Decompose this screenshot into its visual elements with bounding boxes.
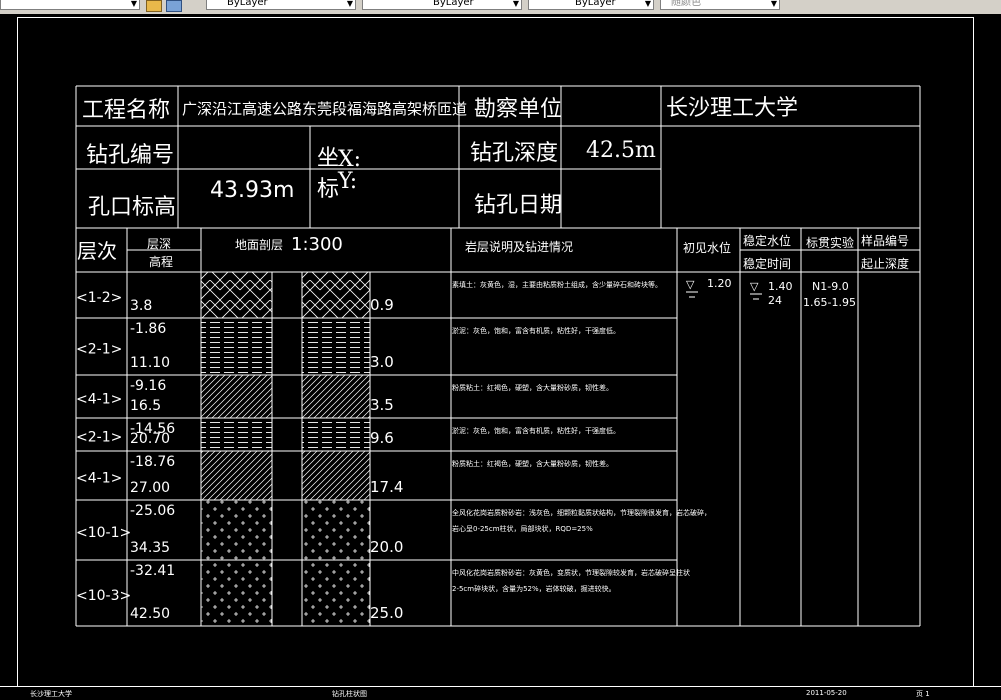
layer-elev: 34.35 (130, 540, 170, 556)
col-layer-depth: 层深 (147, 237, 171, 251)
soil-hatch-block (200, 559, 273, 627)
layer-elev: 3.8 (130, 298, 152, 314)
layer-no: <1-2> (76, 290, 122, 306)
layer-no: <10-3> (76, 588, 131, 604)
col-sample-depth: 起止深度 (861, 256, 909, 271)
col-profile: 地面剖层 (235, 238, 283, 252)
hole-depth: 42.5m (586, 138, 656, 163)
layer-description: 全风化花岗岩质粉砂岩：浅灰色，细颗粒黏质状结构，节理裂隙很发育，岩芯破碎， (452, 508, 711, 517)
project-name: 广深沿江高速公路东莞段福海路高架桥匝道 (182, 100, 467, 118)
spt-id: N1-9.0 (812, 280, 849, 293)
soil-hatch-block (301, 374, 371, 419)
stable-water-time: 24 (768, 294, 782, 307)
col-stable-time: 稳定时间 (743, 256, 791, 271)
soil-hatch-block (200, 450, 273, 501)
initial-water-triangle-icon: ▽ (686, 278, 695, 291)
hole-no-label: 钻孔编号 (86, 143, 174, 168)
col-layer-elev: 高程 (149, 254, 173, 269)
initial-water-level: 1.20 (707, 277, 732, 290)
coord-label-top: 坐 (317, 146, 339, 171)
stable-water-level: 1.40 (768, 280, 793, 293)
soil-hatch-block (301, 450, 371, 501)
layer-no: <2-1> (76, 430, 122, 446)
layer-elev: 42.50 (130, 606, 170, 622)
col-layer-no: 层次 (77, 239, 117, 263)
layer-depth: 0.9 (370, 296, 394, 314)
soil-hatch-block (301, 499, 371, 561)
layer-depth: 3.5 (370, 396, 394, 414)
layer-description: 2-5cm碎块状，含量为52%，岩体较破，掘进较快。 (452, 584, 616, 593)
layer-elev: 27.00 (130, 480, 170, 496)
col-spt: 标贯实验 (806, 235, 854, 250)
footer-date-text: 2011-05-20 (806, 689, 847, 697)
layer-description: 粉质粘土：红褐色，硬塑，含大量粉砂质，韧性差。 (452, 459, 613, 468)
soil-hatch-block (301, 271, 371, 319)
coord-y: Y: (337, 169, 357, 194)
soil-hatch-block (200, 417, 273, 452)
title-block-strip: 长沙理工大学 钻孔柱状图 2011-05-20 页 1 (0, 686, 1001, 700)
soil-profile-column (200, 271, 371, 627)
col-sample-no: 样品编号 (861, 233, 909, 248)
stable-water-triangle-icon: ▽ (750, 280, 759, 293)
soil-hatch-block (200, 271, 273, 319)
elevation-label: 孔口标高 (88, 195, 176, 220)
survey-unit-label: 勘察单位 (474, 97, 562, 122)
col-scale: 1:300 (291, 234, 343, 255)
soil-hatch-block (200, 317, 273, 376)
layer-no: <4-1> (76, 471, 122, 487)
layer-depth: 25.0 (370, 604, 403, 622)
col-initial-water: 初见水位 (683, 240, 731, 255)
layer-description: 中风化花岗岩质粉砂岩：灰黄色，变质状，节理裂隙较发育，岩芯破碎呈柱状 (452, 568, 690, 577)
col-stable-water: 稳定水位 (743, 233, 791, 248)
layer-description: 粉质粘土：红褐色，硬塑，含大量粉砂质，韧性差。 (452, 383, 613, 392)
spt-range: 1.65-1.95 (803, 296, 856, 309)
layer-elev: 20.70 (130, 431, 170, 447)
col-description: 岩层说明及钻进情况 (465, 239, 573, 254)
layer-top-elev: -25.06 (130, 503, 175, 519)
soil-hatch-block (301, 559, 371, 627)
footer-page-text: 页 1 (916, 690, 930, 698)
layer-elev: 16.5 (130, 398, 161, 414)
survey-unit: 长沙理工大学 (666, 96, 798, 121)
footer-left-text: 长沙理工大学 (30, 690, 72, 698)
layer-top-elev: -32.41 (130, 563, 175, 579)
coord-label-bottom: 标 (317, 177, 339, 202)
date-label: 钻孔日期 (474, 193, 562, 218)
elevation: 43.93m (210, 178, 294, 203)
layer-no: <10-1> (76, 525, 131, 541)
layer-description: 素填土：灰黄色，湿，主要由粘质粉土组成，含少量碎石和砖块等。 (452, 280, 662, 289)
layer-top-elev: -1.86 (130, 321, 166, 337)
soil-hatch-block (301, 417, 371, 452)
layer-no: <2-1> (76, 342, 122, 358)
soil-hatch-block (200, 499, 273, 561)
layer-no: <4-1> (76, 392, 122, 408)
layer-description: 淤泥：灰色，饱和，富含有机质，粘性好，干强度低。 (452, 326, 620, 335)
footer-center-text: 钻孔柱状图 (332, 690, 367, 698)
layer-depth: 3.0 (370, 353, 394, 371)
borehole-log-drawing[interactable]: 工程名称 广深沿江高速公路东莞段福海路高架桥匝道 勘察单位 长沙理工大学 钻孔编… (0, 0, 1001, 699)
layer-description: 岩心呈0-25cm柱状，局部块状，RQD=25% (452, 524, 593, 533)
soil-hatch-block (301, 317, 371, 376)
layer-top-elev: -9.16 (130, 378, 166, 394)
hole-depth-label: 钻孔深度 (470, 141, 558, 166)
soil-hatch-block (200, 374, 273, 419)
layer-elev: 11.10 (130, 355, 170, 371)
project-name-label: 工程名称 (82, 98, 170, 123)
layer-depth: 17.4 (370, 478, 403, 496)
layer-top-elev: -18.76 (130, 454, 175, 470)
layer-depth: 20.0 (370, 538, 403, 556)
layer-description: 淤泥：灰色，饱和，富含有机质，粘性好，干强度低。 (452, 426, 620, 435)
layer-depth: 9.6 (370, 429, 394, 447)
